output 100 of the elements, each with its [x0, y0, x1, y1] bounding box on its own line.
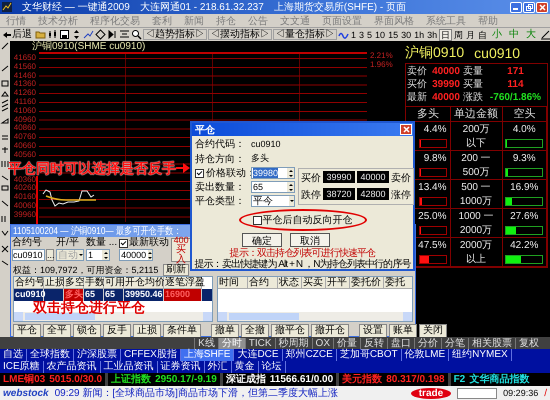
minimize-button[interactable] [510, 2, 522, 12]
indicator-button[interactable]: ◁量仓指标▷ [273, 29, 337, 40]
close-icon [402, 126, 410, 133]
market-tab[interactable]: 大连DCE [234, 349, 283, 361]
price-value: 38720 [323, 188, 355, 200]
market-tab[interactable]: 全球指数 [27, 349, 74, 361]
refresh-button[interactable]: 刷新 [163, 264, 189, 276]
column-header: 买卖 [302, 277, 326, 289]
period-button[interactable]: 日 [439, 28, 452, 40]
quote-value: 39990 [432, 79, 460, 91]
table-cell: 多头 [64, 289, 84, 301]
quantity-spinner[interactable]: 1 [86, 249, 110, 261]
period-button[interactable]: 月 [465, 28, 476, 40]
amount-range: 1000 一 [458, 210, 494, 223]
action-button[interactable]: 平仓 [13, 324, 41, 337]
close-button[interactable] [536, 2, 548, 12]
action-button[interactable]: 全平 [43, 324, 71, 337]
type-dropdown[interactable]: 平今 [251, 195, 295, 207]
input-field[interactable] [457, 388, 498, 398]
market-tab[interactable]: 芝加哥CBOT [336, 349, 402, 361]
price-spinner[interactable]: 40000 [119, 249, 154, 261]
action-button[interactable]: 全撤 [241, 324, 269, 337]
price-label: 卖价 [391, 172, 411, 185]
market-tab[interactable]: 上海SHFE [180, 349, 234, 361]
ok-button[interactable]: 确定 [242, 233, 282, 247]
instrument-code: cu0910 [474, 45, 520, 61]
window-title: 大连网通01 - 218.61.32.237 [140, 0, 264, 14]
action-button[interactable]: 撤单 [211, 324, 239, 337]
action-button[interactable]: 撤开仓 [311, 324, 349, 337]
checkbox[interactable] [195, 168, 204, 178]
checkbox[interactable] [252, 216, 262, 224]
quantity-spinner[interactable]: 65 [251, 181, 295, 193]
news-ticker[interactable]: 09:29 新闻：[全球商品市场]商品市场下滑，但第二季度大幅上涨 [54, 386, 338, 400]
column-header: 合约 [248, 277, 278, 289]
price-label: 涨停 [391, 188, 411, 202]
y-axis-label: 39960 [12, 210, 36, 220]
period-button[interactable]: 5 [366, 28, 374, 40]
period-button[interactable]: 1 [350, 28, 358, 40]
cancel-button[interactable]: 取消 [290, 233, 330, 247]
browse-button[interactable]: ... [46, 249, 54, 261]
clock: 09:29:36 [503, 388, 538, 398]
period-button[interactable]: 3 [358, 28, 366, 40]
diamond-icon[interactable] [95, 29, 106, 40]
period-button[interactable]: 3h [426, 28, 438, 40]
pointer-arrow [176, 163, 190, 173]
status-mark: / [544, 388, 547, 398]
window-title: 文华财经 — 一键通2009 [22, 0, 130, 14]
buy-button[interactable]: 400 买入 [171, 238, 192, 262]
period-button[interactable]: 周 [453, 28, 464, 40]
market-tab[interactable]: 自选 [0, 349, 27, 361]
contract-field[interactable]: cu0910 [12, 249, 45, 261]
column-header: 合约号 [14, 277, 44, 289]
market-tab[interactable]: 沪深股票 [74, 349, 121, 361]
up-down-arrows-icon[interactable] [71, 29, 82, 40]
period-button[interactable]: 自 [477, 28, 488, 40]
action-button[interactable]: 锁仓 [73, 324, 101, 337]
indicator-button[interactable]: ◁摆动指标▷ [208, 29, 272, 40]
period-button[interactable]: 30 [400, 28, 412, 40]
candlestick-icon[interactable] [47, 29, 58, 40]
play-bar-icon[interactable] [107, 29, 118, 40]
save-icon[interactable] [59, 29, 70, 40]
action-button[interactable]: 反手 [103, 324, 131, 337]
y-axis-label: 41560 [12, 62, 36, 72]
action-button[interactable]: 止损 [133, 324, 161, 337]
checkbox[interactable] [119, 238, 128, 248]
amount-range: 1000万 [460, 195, 492, 208]
price-value: 39990 [323, 171, 355, 183]
indicator-button[interactable]: ◁趋势指标▷ [143, 29, 207, 40]
price-spinner[interactable]: 39980 [251, 167, 295, 179]
ticker-value: 80.317/0.198 [386, 374, 445, 385]
long-share: 47.5% [418, 240, 446, 251]
leader-line [36, 176, 38, 226]
action-button[interactable]: 设置 [359, 324, 387, 337]
hint-text: 提示：双击持仓列表可进行快速平仓 [230, 248, 376, 259]
price-value: 40000 [357, 171, 389, 183]
y-axis-label: 40560 [12, 150, 36, 160]
action-button[interactable]: 账单 [389, 324, 417, 337]
period-button[interactable]: 10 [374, 28, 386, 40]
action-button[interactable]: 关闭 [419, 324, 447, 337]
search-icon[interactable] [131, 29, 142, 40]
action-button[interactable]: 条件单 [163, 324, 201, 337]
field-label: 合约代码： [195, 138, 246, 150]
quote-value: 114 [507, 79, 524, 91]
y-axis-label: 40060 [12, 202, 36, 211]
market-tab[interactable]: 伦敦LME [402, 349, 450, 361]
stacked-lines-icon[interactable] [119, 29, 130, 40]
close-button[interactable] [400, 124, 412, 135]
horizontal-scrollbar[interactable] [218, 312, 412, 321]
market-tab[interactable]: 纽约NYMEX [449, 349, 512, 361]
market-tab[interactable]: 郑州CZCE [282, 349, 337, 361]
column-header: 开平 [326, 277, 350, 289]
pen-icon[interactable] [540, 29, 550, 40]
back-button[interactable]: 后退 [1, 28, 34, 40]
trade-badge[interactable]: trade [410, 388, 452, 398]
restore-button[interactable] [523, 2, 535, 12]
short-share: 9.3% [512, 153, 536, 164]
action-button[interactable]: 撤平仓 [271, 324, 309, 337]
period-button[interactable]: 1h [413, 28, 426, 40]
amount-range: 500 一 [461, 181, 491, 194]
period-button[interactable]: 15 [387, 28, 400, 40]
